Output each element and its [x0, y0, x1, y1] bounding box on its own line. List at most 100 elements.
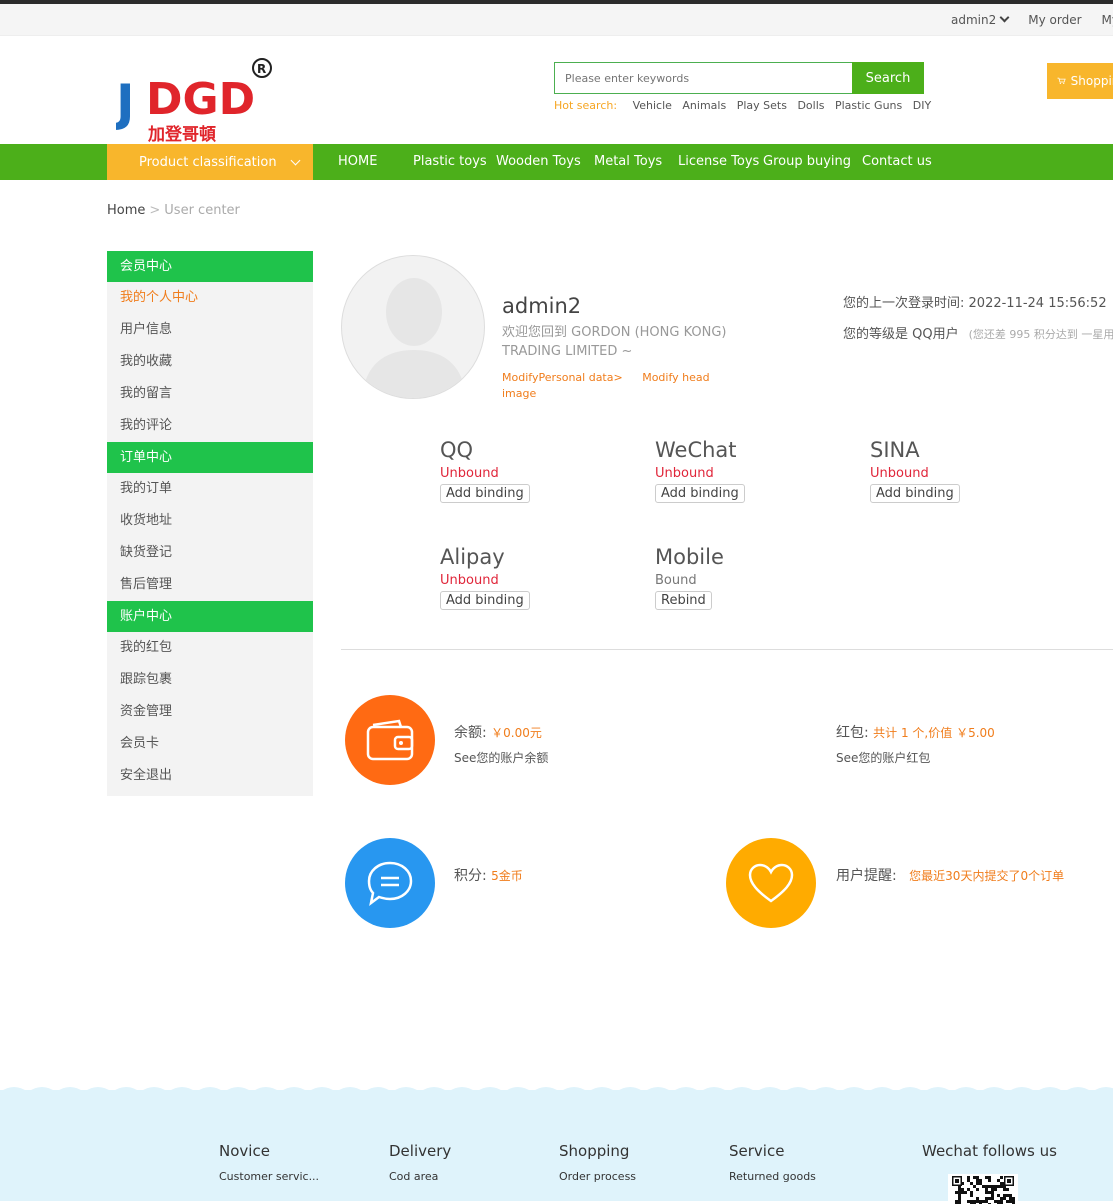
profile-links: ModifyPersonal data> Modify head image — [502, 370, 712, 402]
nav-license-toys[interactable]: License Toys — [678, 144, 759, 180]
sidebar-item-user-info[interactable]: 用户信息 — [107, 314, 313, 346]
sidebar-item-personal-center[interactable]: 我的个人中心 — [107, 282, 313, 314]
footer-column-title: Novice — [219, 1142, 270, 1160]
main-nav: Product classification HOME Plastic toys… — [0, 144, 1113, 180]
add-binding-button[interactable]: Add binding — [655, 484, 745, 503]
points-value: 5金币 — [491, 869, 523, 883]
svg-text:加登哥頓: 加登哥頓 — [147, 124, 216, 145]
binding-sina: SINA Unbound Add binding — [870, 438, 1050, 503]
member-level-note: (您还差 995 积分达到 一星用户) — [968, 328, 1113, 341]
svg-text:R: R — [257, 62, 266, 76]
sidebar-item-reviews[interactable]: 我的评论 — [107, 410, 313, 442]
reminder-circle — [726, 838, 816, 928]
footer-column-service: Service Returned goods — [729, 1142, 816, 1183]
balance-see-link[interactable]: See您的账户余额 — [454, 749, 548, 766]
avatar[interactable] — [341, 255, 485, 399]
sidebar: 会员中心 我的个人中心 用户信息 我的收藏 我的留言 我的评论 订单中心 我的订… — [107, 251, 313, 796]
sidebar-section-title: 会员中心 — [107, 251, 313, 282]
binding-mobile: Mobile Bound Rebind — [655, 545, 835, 610]
sidebar-section-title: 账户中心 — [107, 601, 313, 632]
modify-head-link[interactable]: Modify head — [642, 371, 709, 384]
footer-link[interactable]: Cod area — [389, 1170, 451, 1183]
sidebar-section-title: 订单中心 — [107, 442, 313, 473]
header: J DGD R 加登哥頓 Search Hot search: Vehicle … — [0, 36, 1113, 145]
footer: Novice Customer servic... Delivery Cod a… — [0, 1087, 1113, 1204]
points-stat: 积分: 5金币 — [454, 865, 523, 885]
sidebar-item-stockout[interactable]: 缺货登记 — [107, 537, 313, 569]
hot-search-item[interactable]: Plastic Guns — [835, 99, 902, 112]
sidebar-item-funds[interactable]: 资金管理 — [107, 696, 313, 728]
add-binding-button[interactable]: Add binding — [870, 484, 960, 503]
search-box: Search — [554, 62, 924, 94]
my-account-link[interactable]: My — [1102, 13, 1113, 27]
modify-personal-data-link[interactable]: ModifyPersonal data> — [502, 371, 623, 384]
hot-search-item[interactable]: Vehicle — [633, 99, 672, 112]
balance-stat: 余额: ￥0.00元 See您的账户余额 — [454, 722, 548, 766]
reminder-value: 您最近30天内提交了0个订单 — [909, 869, 1065, 883]
product-classification-menu[interactable]: Product classification — [107, 144, 313, 180]
sidebar-item-red-packets[interactable]: 我的红包 — [107, 632, 313, 664]
breadcrumb-current: User center — [164, 203, 240, 218]
redpacket-stat: 红包: 共计 1 个,价值 ￥5.00 See您的账户红包 — [836, 722, 995, 766]
cart-icon — [1057, 77, 1066, 85]
sidebar-item-track-package[interactable]: 跟踪包裹 — [107, 664, 313, 696]
wave-decoration — [0, 1087, 1113, 1102]
sidebar-item-favorites[interactable]: 我的收藏 — [107, 346, 313, 378]
add-binding-button[interactable]: Add binding — [440, 484, 530, 503]
wechat-qr-code — [948, 1174, 1018, 1204]
add-binding-button[interactable]: Add binding — [440, 591, 530, 610]
modify-head-link-continued[interactable]: image — [502, 387, 536, 400]
search-button[interactable]: Search — [852, 62, 924, 94]
binding-status: Unbound — [870, 466, 929, 481]
search-input[interactable] — [554, 62, 852, 94]
sidebar-item-logout[interactable]: 安全退出 — [107, 760, 313, 792]
footer-column-title: Delivery — [389, 1142, 452, 1160]
binding-name: SINA — [870, 438, 920, 462]
rebind-button[interactable]: Rebind — [655, 591, 712, 610]
binding-status: Unbound — [440, 573, 499, 588]
sidebar-item-member-card[interactable]: 会员卡 — [107, 728, 313, 760]
footer-column-title: Service — [729, 1142, 785, 1160]
nav-contact-us[interactable]: Contact us — [862, 144, 932, 180]
hot-search-item[interactable]: Play Sets — [737, 99, 787, 112]
sidebar-item-messages[interactable]: 我的留言 — [107, 378, 313, 410]
top-links: admin2 My order My — [951, 4, 1113, 36]
footer-column-title: Wechat follows us — [922, 1142, 1057, 1160]
footer-column-wechat: Wechat follows us — [922, 1142, 1057, 1160]
nav-metal-toys[interactable]: Metal Toys — [594, 144, 662, 180]
binding-name: QQ — [440, 438, 474, 462]
user-silhouette-icon — [362, 278, 466, 398]
shopping-cart-button[interactable]: Shopping — [1047, 63, 1113, 99]
my-order-link[interactable]: My order — [1028, 13, 1081, 27]
user-menu[interactable]: admin2 — [951, 13, 1008, 27]
hot-search-label: Hot search: — [554, 99, 618, 112]
reminder-stat: 用户提醒: 您最近30天内提交了0个订单 — [836, 865, 1064, 885]
last-login-label: 您的上一次登录时间: — [843, 296, 965, 311]
sidebar-item-after-sales[interactable]: 售后管理 — [107, 569, 313, 601]
chat-bubble-icon — [367, 861, 413, 906]
nav-plastic-toys[interactable]: Plastic toys — [413, 144, 487, 180]
hot-search-item[interactable]: DIY — [913, 99, 931, 112]
binding-name: WeChat — [655, 438, 737, 462]
balance-circle — [345, 695, 435, 785]
nav-group-buying[interactable]: Group buying — [763, 144, 851, 180]
binding-name: Alipay — [440, 545, 505, 569]
footer-link[interactable]: Order process — [559, 1170, 636, 1183]
redpacket-see-link[interactable]: See您的账户红包 — [836, 749, 995, 766]
top-bar: admin2 My order My — [0, 4, 1113, 36]
hot-search-item[interactable]: Dolls — [797, 99, 824, 112]
sidebar-item-orders[interactable]: 我的订单 — [107, 473, 313, 505]
sidebar-item-addresses[interactable]: 收货地址 — [107, 505, 313, 537]
wallet-icon — [366, 719, 414, 761]
nav-wooden-toys[interactable]: Wooden Toys — [496, 144, 581, 180]
points-label: 积分: — [454, 868, 487, 884]
hot-search-item[interactable]: Animals — [682, 99, 726, 112]
binding-qq: QQ Unbound Add binding — [440, 438, 620, 503]
nav-home[interactable]: HOME — [338, 144, 377, 180]
breadcrumb-home[interactable]: Home — [107, 203, 145, 218]
binding-status: Unbound — [440, 466, 499, 481]
binding-status: Bound — [655, 573, 697, 588]
footer-link[interactable]: Customer servic... — [219, 1170, 319, 1183]
footer-link[interactable]: Returned goods — [729, 1170, 816, 1183]
balance-value: ￥0.00元 — [491, 726, 542, 740]
